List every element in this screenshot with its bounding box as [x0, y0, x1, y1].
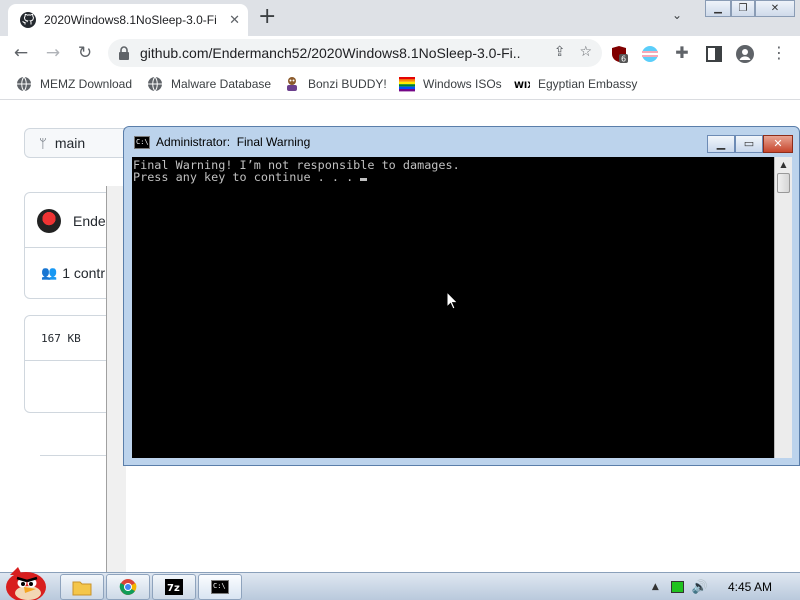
console-line: Press any key to continue . . . [133, 170, 361, 184]
bookmark-label: Windows ISOs [423, 77, 502, 91]
taskbar-chrome[interactable] [106, 574, 150, 600]
browser-tab-strip: 2020Windows8.1NoSleep-3.0-Fi ✕ + ⌄ ▁ ❐ ✕ [0, 0, 800, 36]
avatar[interactable] [37, 209, 61, 233]
bg-restore-icon[interactable]: ❐ [731, 0, 755, 17]
globe-icon [148, 76, 162, 92]
branch-selector[interactable]: ᛘ main [24, 128, 134, 158]
angry-bird-start-icon[interactable] [0, 563, 50, 600]
system-tray: ▲ 🔊 4:45 AM [652, 573, 800, 600]
bookmark-label: Bonzi BUDDY! [308, 77, 387, 91]
bookmark-label: MEMZ Download [40, 77, 133, 91]
taskbar: 7z C:\ ▲ 🔊 4:45 AM [0, 567, 800, 600]
wix-icon: WIX [514, 81, 530, 91]
bookmark-label: Malware Database [171, 77, 272, 91]
address-bar[interactable]: github.com/Endermanch52/2020Windows8.1No… [108, 39, 602, 67]
extension-badge: 6 [621, 55, 626, 64]
bonzi-icon [287, 77, 297, 91]
background-window-controls: ▁ ❐ ✕ [705, 0, 797, 18]
new-tab-button[interactable]: + [258, 5, 276, 29]
bookmark-memz-download[interactable]: MEMZ Download [16, 76, 132, 92]
minimize-icon[interactable]: ▁ [707, 135, 735, 153]
github-icon [20, 12, 36, 28]
repo-size: 167 KB [41, 332, 81, 345]
browser-toolbar: ← → ↻ github.com/Endermanch52/2020Window… [0, 36, 800, 70]
side-panel-icon[interactable] [705, 45, 723, 63]
ublock-extension-icon[interactable]: 6 [610, 45, 628, 63]
scroll-thumb[interactable] [777, 173, 790, 193]
owner-card: Ender 👥 1 contr [24, 192, 115, 299]
svg-text:WIX: WIX [514, 81, 530, 91]
vertical-scrollbar[interactable]: ▲ [774, 157, 792, 458]
branch-name: main [54, 135, 86, 151]
console-title: Administrator: Final Warning [156, 135, 311, 149]
repo-stats-card: 167 KB [24, 315, 115, 413]
maximize-icon[interactable]: ▭ [735, 135, 763, 153]
tab-title: 2020Windows8.1NoSleep-3.0-Fi [44, 13, 217, 27]
console-titlebar[interactable]: C:\ Administrator: Final Warning ▁ ▭ ✕ [124, 127, 799, 157]
pride-extension-icon[interactable] [641, 45, 659, 63]
tray-chevron-up-icon[interactable]: ▲ [652, 582, 659, 592]
reload-icon[interactable]: ↻ [74, 42, 96, 64]
bookmark-windows-isos[interactable]: Windows ISOs [399, 76, 502, 92]
chrome-icon [119, 579, 137, 595]
back-arrow-icon[interactable]: ← [10, 42, 32, 64]
share-icon[interactable]: ⇪ [554, 44, 566, 60]
bookmark-star-icon[interactable]: ☆ [579, 44, 592, 60]
scroll-up-icon[interactable]: ▲ [775, 157, 792, 173]
lock-icon[interactable] [118, 46, 130, 60]
bookmark-malware-database[interactable]: Malware Database [147, 76, 271, 92]
text-cursor [360, 178, 368, 181]
people-icon: 👥 [41, 265, 58, 281]
profile-avatar-icon[interactable] [736, 45, 754, 63]
cmd-icon: C:\ [211, 580, 229, 594]
menu-kebab-icon[interactable]: ⋮ [768, 42, 790, 64]
bg-minimize-icon[interactable]: ▁ [705, 0, 731, 17]
extensions-puzzle-icon[interactable]: ✚ [671, 42, 693, 64]
mouse-pointer-icon [446, 291, 459, 310]
bookmark-label: Egyptian Embassy [538, 77, 638, 91]
explorer-icon [72, 581, 92, 596]
battery-icon[interactable] [670, 581, 684, 593]
console-window[interactable]: C:\ Administrator: Final Warning ▁ ▭ ✕ F… [123, 126, 800, 466]
taskbar-7zip[interactable]: 7z [152, 574, 196, 600]
divider [40, 455, 108, 456]
svg-text:7z: 7z [167, 583, 180, 594]
owner-name[interactable]: Ender [73, 213, 110, 229]
clock[interactable]: 4:45 AM [728, 580, 772, 594]
cmd-icon: C:\ [134, 135, 150, 149]
volume-icon[interactable]: 🔊 [692, 580, 708, 595]
branch-icon: ᛘ [39, 135, 47, 151]
bg-close-icon[interactable]: ✕ [755, 0, 795, 17]
contributors-count[interactable]: 1 contr [62, 265, 105, 281]
taskbar-cmd[interactable]: C:\ [198, 574, 242, 600]
url-text: github.com/Endermanch52/2020Windows8.1No… [140, 45, 520, 61]
bookmarks-bar: MEMZ Download Malware Database Bonzi BUD… [0, 70, 800, 100]
taskbar-explorer[interactable] [60, 574, 104, 600]
forward-arrow-icon[interactable]: → [42, 42, 64, 64]
tab-search-chevron-icon[interactable]: ⌄ [672, 8, 682, 22]
console-line: Final Warning! I’m not responsible to da… [133, 158, 460, 172]
globe-icon [17, 76, 31, 92]
bookmark-egyptian-embassy[interactable]: WIX Egyptian Embassy [514, 76, 637, 92]
bookmark-bonzi-buddy[interactable]: Bonzi BUDDY! [284, 76, 387, 92]
7zip-icon: 7z [165, 579, 183, 595]
close-icon[interactable]: ✕ [763, 135, 793, 153]
browser-tab-active[interactable]: 2020Windows8.1NoSleep-3.0-Fi ✕ [8, 4, 248, 36]
windows-flag-icon [399, 77, 415, 92]
tab-close-icon[interactable]: ✕ [229, 13, 240, 28]
